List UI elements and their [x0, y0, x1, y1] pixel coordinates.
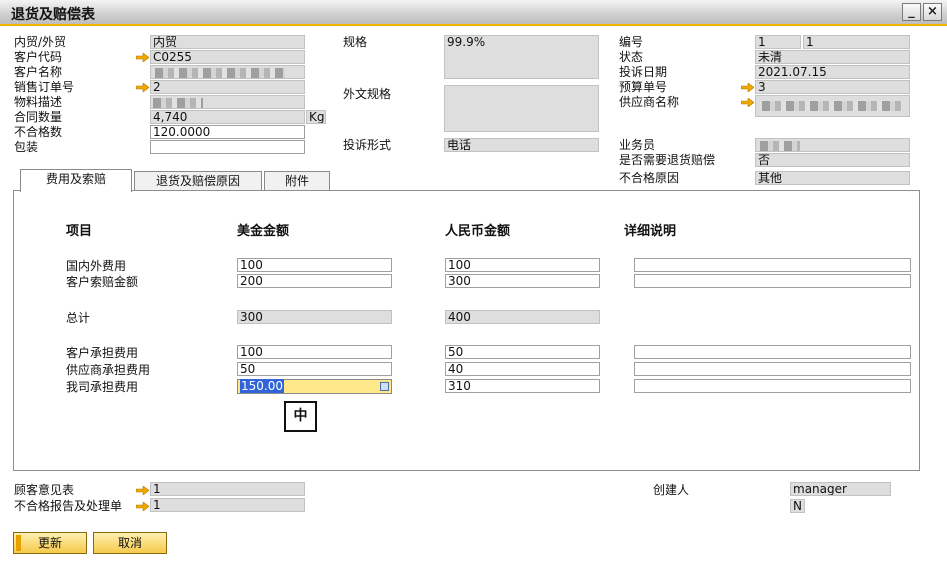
- number-label: 编号: [619, 35, 644, 49]
- return-comp-field[interactable]: 否: [755, 153, 910, 167]
- tab-attachments[interactable]: 附件: [264, 171, 330, 192]
- status-label: 状态: [619, 50, 644, 64]
- calculator-icon[interactable]: [380, 382, 389, 391]
- contract-qty-unit: Kg: [306, 110, 326, 124]
- row-total-usd: 300: [237, 310, 392, 324]
- row-company-borne-usd[interactable]: 150.00: [237, 379, 392, 394]
- budget-no-field[interactable]: 3: [755, 80, 910, 94]
- update-button[interactable]: 更新: [13, 532, 87, 554]
- foreign-spec-label: 外文规格: [343, 87, 392, 101]
- title-bar: 退货及赔偿表 _ ×: [0, 0, 947, 26]
- supplier-name-label: 供应商名称: [619, 95, 680, 109]
- row-total-label: 总计: [66, 311, 91, 325]
- budget-no-label: 预算单号: [619, 80, 668, 94]
- nonconform-report-field[interactable]: 1: [150, 498, 305, 512]
- row-customer-borne-detail[interactable]: [634, 345, 911, 359]
- col-detail-header: 详细说明: [624, 224, 677, 239]
- row-domestic-foreign-detail[interactable]: [634, 258, 911, 272]
- customer-name-field[interactable]: [150, 65, 305, 79]
- col-usd-header: 美金金额: [237, 224, 290, 239]
- customer-feedback-field[interactable]: 1: [150, 482, 305, 496]
- nonconform-qty-input[interactable]: 120.0000: [150, 125, 305, 139]
- nonconform-qty-label: 不合格数: [14, 125, 63, 139]
- return-comp-label: 是否需要退货赔偿: [619, 153, 716, 167]
- cancel-button[interactable]: 取消: [93, 532, 167, 554]
- row-customer-borne-usd[interactable]: 100: [237, 345, 392, 359]
- customer-name-label: 客户名称: [14, 65, 63, 79]
- selected-value: 150.00: [240, 379, 284, 393]
- nonconform-report-label: 不合格报告及处理单: [14, 499, 123, 513]
- nonconform-reason-field[interactable]: 其他: [755, 171, 910, 185]
- complaint-date-field[interactable]: 2021.07.15: [755, 65, 910, 79]
- sales-order-field[interactable]: 2: [150, 80, 305, 94]
- trade-type-field[interactable]: 内贸: [150, 35, 305, 49]
- link-arrow-icon[interactable]: [741, 83, 754, 92]
- tab-panel-costs: 项目 美金金额 人民币金额 详细说明 国内外费用 100 100 客户索赔金额 …: [13, 190, 920, 471]
- trade-type-label: 内贸/外贸: [14, 35, 67, 49]
- tab-return-reasons[interactable]: 退货及赔偿原因: [134, 171, 262, 192]
- window-title: 退货及赔偿表: [11, 7, 95, 23]
- contract-qty-field[interactable]: 4,740: [150, 110, 305, 124]
- row-customer-claim-rmb[interactable]: 300: [445, 274, 600, 288]
- contract-qty-label: 合同数量: [14, 110, 63, 124]
- link-arrow-icon[interactable]: [136, 502, 149, 511]
- row-total-rmb: 400: [445, 310, 600, 324]
- row-customer-claim-usd[interactable]: 200: [237, 274, 392, 288]
- form-body: 内贸/外贸 内贸 客户代码 C0255 客户名称 销售订单号 2 物料描述 合同…: [0, 28, 947, 575]
- salesperson-field[interactable]: [755, 138, 910, 152]
- complaint-date-label: 投诉日期: [619, 65, 668, 79]
- row-company-borne-label: 我司承担费用: [66, 380, 139, 394]
- row-supplier-borne-rmb[interactable]: 40: [445, 362, 600, 376]
- row-domestic-foreign-usd[interactable]: 100: [237, 258, 392, 272]
- row-customer-claim-label: 客户索赔金额: [66, 275, 139, 289]
- row-company-borne-rmb[interactable]: 310: [445, 379, 600, 393]
- tab-costs-claims[interactable]: 费用及索赔: [20, 169, 132, 192]
- row-customer-claim-detail[interactable]: [634, 274, 911, 288]
- number-series-field[interactable]: 1: [755, 35, 801, 49]
- customer-feedback-label: 顾客意见表: [14, 483, 75, 497]
- number-field[interactable]: 1: [803, 35, 910, 49]
- col-item-header: 项目: [66, 224, 93, 239]
- link-arrow-icon[interactable]: [136, 486, 149, 495]
- foreign-spec-field[interactable]: [444, 85, 599, 132]
- creator-flag-field: N: [790, 499, 805, 513]
- row-domestic-foreign-label: 国内外费用: [66, 259, 127, 273]
- link-arrow-icon[interactable]: [136, 53, 149, 62]
- row-company-borne-detail[interactable]: [634, 379, 911, 393]
- packing-label: 包装: [14, 140, 39, 154]
- row-customer-borne-rmb[interactable]: 50: [445, 345, 600, 359]
- minimize-button[interactable]: _: [902, 3, 921, 21]
- item-desc-field[interactable]: [150, 95, 305, 109]
- ime-indicator: 中: [284, 401, 317, 432]
- row-customer-borne-label: 客户承担费用: [66, 346, 139, 360]
- creator-field[interactable]: manager: [790, 482, 891, 496]
- col-rmb-header: 人民币金额: [445, 224, 511, 239]
- close-button[interactable]: ×: [923, 3, 942, 21]
- sales-order-label: 销售订单号: [14, 80, 75, 94]
- status-field[interactable]: 未清: [755, 50, 910, 64]
- nonconform-reason-label: 不合格原因: [619, 171, 680, 185]
- complaint-form-field[interactable]: 电话: [444, 138, 599, 152]
- row-supplier-borne-usd[interactable]: 50: [237, 362, 392, 376]
- complaint-form-label: 投诉形式: [343, 138, 392, 152]
- item-desc-label: 物料描述: [14, 95, 63, 109]
- customer-code-label: 客户代码: [14, 50, 63, 64]
- row-supplier-borne-label: 供应商承担费用: [66, 363, 151, 377]
- supplier-name-field[interactable]: [755, 95, 910, 117]
- packing-input[interactable]: [150, 140, 305, 154]
- spec-field[interactable]: 99.9%: [444, 35, 599, 79]
- link-arrow-icon[interactable]: [741, 98, 754, 107]
- salesperson-label: 业务员: [619, 138, 656, 152]
- update-button-label: 更新: [37, 536, 62, 550]
- row-supplier-borne-detail[interactable]: [634, 362, 911, 376]
- creator-label: 创建人: [653, 483, 690, 497]
- link-arrow-icon[interactable]: [136, 83, 149, 92]
- customer-code-field[interactable]: C0255: [150, 50, 305, 64]
- spec-label: 规格: [343, 35, 368, 49]
- row-domestic-foreign-rmb[interactable]: 100: [445, 258, 600, 272]
